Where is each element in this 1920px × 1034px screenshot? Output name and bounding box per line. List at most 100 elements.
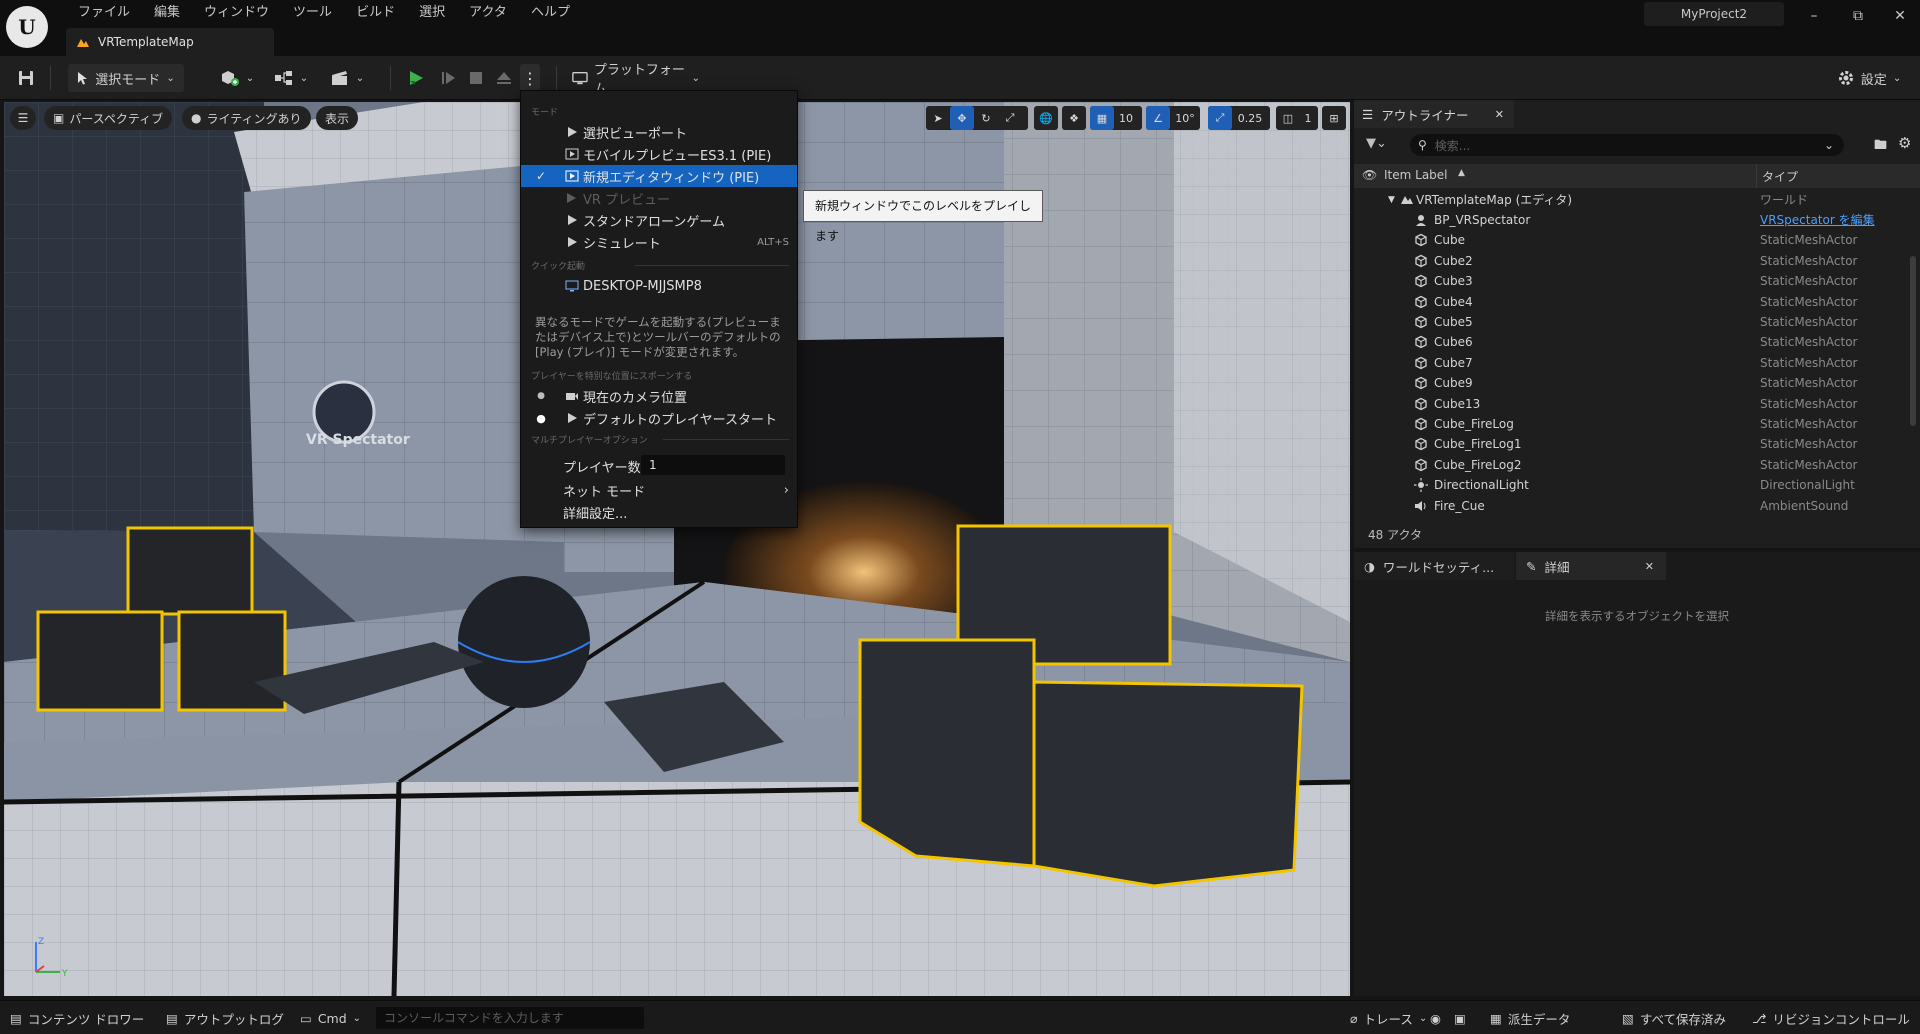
lighting-button[interactable]: ● ライティングあり — [182, 106, 311, 130]
menu-item-net-mode[interactable]: ネット モード › — [521, 479, 797, 501]
select-cursor-icon[interactable]: ➤ — [926, 106, 950, 130]
show-button[interactable]: 表示 — [316, 106, 359, 130]
move-icon[interactable]: ✥ — [950, 106, 974, 130]
save-icon[interactable] — [12, 64, 40, 92]
outliner-scrollbar[interactable] — [1910, 256, 1916, 426]
menu-select[interactable]: 選択 — [407, 2, 457, 24]
derived-data-button[interactable]: ▦ 派生データ — [1490, 1007, 1570, 1029]
rotation-snap-button[interactable]: ∠ 10° — [1146, 106, 1200, 130]
unreal-logo-icon[interactable]: U — [6, 6, 48, 48]
menu-item-device[interactable]: DESKTOP-MJJSMP8 — [521, 275, 797, 297]
menu-tools[interactable]: ツール — [281, 2, 344, 24]
world-space-button[interactable]: 🌐 — [1034, 106, 1058, 130]
grid-snap-button[interactable]: ▦ 10 — [1090, 106, 1142, 130]
screenshot-icon[interactable]: ▣ — [1454, 1007, 1466, 1029]
menu-item-standalone-game[interactable]: スタンドアローンゲーム — [521, 209, 797, 231]
tab-outliner[interactable]: ☰ アウトライナー ✕ — [1354, 100, 1514, 128]
save-all-button[interactable]: ▧ すべて保存済み — [1622, 1007, 1726, 1029]
perspective-button[interactable]: ▣ パースペクティブ — [44, 106, 173, 130]
eject-button[interactable] — [490, 64, 518, 92]
outliner-row[interactable]: DirectionalLight DirectionalLight — [1354, 475, 1909, 495]
camera-speed-button[interactable]: ◫ 1 — [1276, 106, 1318, 130]
record-icon[interactable]: ◉ — [1430, 1007, 1441, 1029]
play-options-button[interactable]: ⋮ — [520, 64, 540, 92]
database-icon: ▦ — [1490, 1010, 1502, 1026]
rotate-icon[interactable]: ↻ — [974, 106, 998, 130]
outliner-root-row[interactable]: ▼ VRTemplateMap (エディタ) ワールド — [1354, 190, 1909, 210]
minimize-icon[interactable]: – — [1796, 4, 1832, 28]
tab-details[interactable]: ✎ 詳細 ✕ — [1516, 552, 1666, 580]
outliner-row[interactable]: Cube4 StaticMeshActor — [1354, 292, 1909, 312]
console-command-input[interactable]: コンソールコマンドを入力します — [376, 1007, 644, 1029]
filter-icon[interactable]: ▼⌄ — [1366, 136, 1387, 151]
layout-button[interactable]: ⊞ — [1322, 106, 1346, 130]
menu-window[interactable]: ウィンドウ — [192, 2, 281, 24]
cmd-dropdown[interactable]: ▭ Cmd ⌄ — [300, 1007, 361, 1029]
outliner-row[interactable]: Cube StaticMeshActor — [1354, 230, 1909, 250]
menu-item-simulate[interactable]: シミュレート ALT+S — [521, 231, 797, 253]
settings-button[interactable]: 設定 ⌄ — [1834, 64, 1904, 92]
play-button[interactable] — [402, 64, 430, 92]
spawn-current-camera[interactable]: ● 現在のカメラ位置 — [521, 385, 797, 407]
outliner-row[interactable]: BP_VRSpectator VRSpectator を編集 — [1354, 210, 1909, 230]
outliner-row[interactable]: Cube9 StaticMeshActor — [1354, 373, 1909, 393]
outliner-row[interactable]: Cube13 StaticMeshActor — [1354, 394, 1909, 414]
map-tab-label: VRTemplateMap — [98, 35, 194, 49]
project-name[interactable]: MyProject2 — [1644, 2, 1784, 26]
viewport-menu-button[interactable]: ☰ — [10, 106, 36, 130]
menu-build[interactable]: ビルド — [344, 2, 407, 24]
trace-button[interactable]: ⌀ トレース ⌄ — [1350, 1007, 1427, 1029]
outliner-row[interactable]: Cube6 StaticMeshActor — [1354, 332, 1909, 352]
add-actor-button[interactable]: ⌄ — [216, 64, 258, 92]
outliner-row-name: Cube7 — [1434, 355, 1473, 370]
outliner-row[interactable]: Cube3 StaticMeshActor — [1354, 271, 1909, 291]
scale-snap-button[interactable]: ⤢ 0.25 — [1208, 106, 1270, 130]
player-count-input[interactable]: 1 — [641, 455, 785, 475]
menu-file[interactable]: ファイル — [66, 2, 142, 24]
step-button[interactable] — [434, 64, 462, 92]
outliner-row[interactable]: Cube_FireLog2 StaticMeshActor — [1354, 455, 1909, 475]
outliner-row[interactable]: Cube2 StaticMeshActor — [1354, 251, 1909, 271]
select-mode-button[interactable]: 選択モード ⌄ — [68, 64, 184, 92]
platform-button[interactable]: プラットフォーム ⌄ — [572, 63, 700, 97]
column-type[interactable]: タイプ — [1762, 168, 1798, 185]
tab-world-settings[interactable]: ◑ ワールドセッティ... — [1354, 552, 1514, 580]
outliner-row[interactable]: Cube5 StaticMeshActor — [1354, 312, 1909, 332]
menu-actor[interactable]: アクタ — [457, 2, 519, 24]
menu-help[interactable]: ヘルプ — [519, 2, 582, 24]
menu-item-selected-viewport[interactable]: 選択ビューポート — [521, 121, 797, 143]
edit-class-link[interactable]: VRSpectator を編集 — [1760, 210, 1875, 230]
close-icon[interactable]: ✕ — [1495, 108, 1504, 121]
blueprint-button[interactable]: ⌄ — [270, 64, 312, 92]
scale-icon[interactable]: ⤢ — [998, 106, 1022, 130]
sun-icon — [1414, 478, 1428, 493]
output-log-button[interactable]: ▤ アウトプットログ — [166, 1007, 284, 1029]
menu-item-new-editor-window[interactable]: ✓ 新規エディタウィンドウ (PIE) — [521, 165, 797, 187]
column-item-label[interactable]: Item Label — [1384, 168, 1448, 182]
outliner-search-input[interactable]: ⚲ 検索... ⌄ — [1410, 134, 1844, 156]
expand-arrow-icon[interactable]: ▼ — [1388, 190, 1395, 210]
outliner-row[interactable]: Cube_FireLog StaticMeshActor — [1354, 414, 1909, 434]
restore-icon[interactable]: ⧉ — [1840, 4, 1876, 28]
standalone-icon — [561, 214, 583, 226]
menu-edit[interactable]: 編集 — [142, 2, 192, 24]
menu-item-advanced-settings[interactable]: 詳細設定... — [521, 501, 797, 523]
surface-snap-button[interactable]: ❖ — [1062, 106, 1086, 130]
spawn-default-player-start[interactable]: ● デフォルトのプレイヤースタート — [521, 407, 797, 429]
outliner-row[interactable]: Fire_Cue AmbientSound — [1354, 496, 1909, 516]
cinematics-button[interactable]: ⌄ — [326, 64, 368, 92]
grid-icon: ▦ — [1090, 106, 1114, 130]
tab-map[interactable]: VRTemplateMap — [66, 28, 274, 56]
visibility-eye-icon[interactable]: 👁 — [1362, 168, 1377, 182]
revision-control-button[interactable]: ⎇ リビジョンコントロール — [1752, 1007, 1910, 1029]
menu-item-mobile-preview[interactable]: モバイルプレビューES3.1 (PIE) — [521, 143, 797, 165]
stop-button[interactable] — [462, 64, 490, 92]
content-drawer-button[interactable]: ▤ コンテンツ ドロワー — [10, 1007, 144, 1029]
close-icon[interactable]: ✕ — [1882, 4, 1918, 28]
outliner-row[interactable]: Cube_FireLog1 StaticMeshActor — [1354, 434, 1909, 454]
scale-arrow-icon: ⤢ — [1208, 106, 1232, 130]
add-folder-icon[interactable]: 🖿 — [1874, 136, 1887, 158]
close-icon[interactable]: ✕ — [1645, 560, 1654, 573]
gear-icon[interactable]: ⚙ — [1898, 134, 1911, 152]
outliner-row[interactable]: Cube7 StaticMeshActor — [1354, 353, 1909, 373]
